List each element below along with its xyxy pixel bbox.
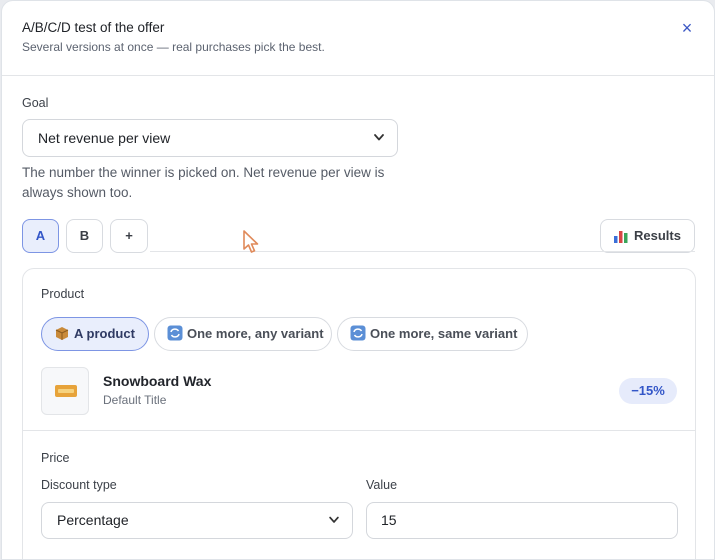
variant-tab-b[interactable]: B: [66, 219, 103, 253]
discount-type-select[interactable]: Percentage: [41, 502, 353, 539]
product-name: Snowboard Wax: [103, 373, 212, 389]
section-divider: [23, 430, 695, 431]
modal-header: A/B/C/D test of the offer Several versio…: [2, 1, 714, 76]
goal-select-value: Net revenue per view: [38, 130, 171, 146]
add-variant-button[interactable]: +: [110, 219, 148, 253]
product-variant: Default Title: [103, 393, 167, 407]
product-thumbnail: [41, 367, 89, 415]
chip-a-product[interactable]: A product: [41, 317, 149, 351]
bar-chart-icon: [614, 231, 628, 243]
goal-label: Goal: [22, 96, 49, 110]
close-icon: ×: [681, 18, 693, 38]
package-icon: [55, 327, 69, 340]
wax-bar-icon: [55, 385, 77, 397]
mouse-cursor-icon: [243, 230, 259, 253]
chip-a-product-label: A product: [74, 326, 135, 341]
chevron-down-icon: [374, 134, 384, 141]
modal-title: A/B/C/D test of the offer: [22, 20, 165, 35]
variant-card: Product A product One more, any variant …: [22, 268, 696, 559]
repeat-icon: [167, 325, 183, 341]
results-button-label: Results: [634, 228, 681, 243]
value-label: Value: [366, 478, 398, 492]
chevron-down-icon: [329, 516, 339, 523]
ab-test-modal: A/B/C/D test of the offer Several versio…: [1, 0, 715, 560]
goal-select[interactable]: Net revenue per view: [22, 119, 398, 157]
discount-type-value: Percentage: [57, 512, 129, 528]
chip-one-more-any-variant-label: One more, any variant: [187, 326, 324, 341]
variant-tab-a[interactable]: A: [22, 219, 59, 253]
discount-value-text: 15: [381, 512, 397, 528]
price-section-label: Price: [41, 451, 70, 465]
discount-badge: −15%: [619, 378, 677, 404]
discount-value-input[interactable]: 15: [366, 502, 678, 539]
modal-subtitle: Several versions at once — real purchase…: [22, 40, 325, 54]
chip-one-more-same-variant-label: One more, same variant: [370, 326, 518, 341]
chip-one-more-any-variant[interactable]: One more, any variant: [154, 317, 332, 351]
close-button[interactable]: ×: [676, 17, 698, 39]
goal-help-text: The number the winner is picked on. Net …: [22, 165, 385, 200]
repeat-icon: [350, 325, 366, 341]
discount-type-label: Discount type: [41, 478, 117, 492]
product-section-label: Product: [41, 287, 85, 301]
results-button[interactable]: Results: [600, 219, 695, 253]
tabs-divider: [150, 251, 695, 252]
chip-one-more-same-variant[interactable]: One more, same variant: [337, 317, 528, 351]
